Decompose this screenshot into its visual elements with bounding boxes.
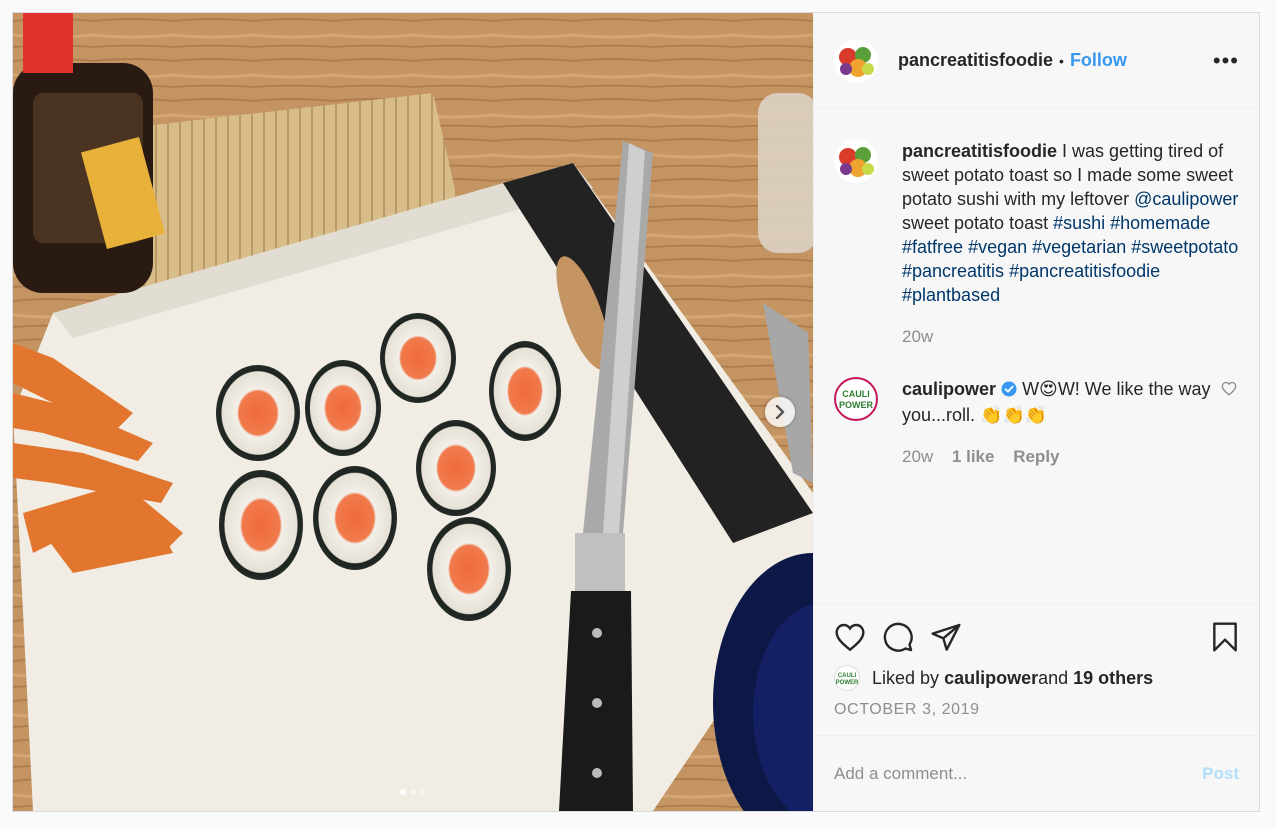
comment-likes-count[interactable]: 1 like <box>952 447 995 466</box>
caption-mention-link[interactable]: @caulipower <box>1134 189 1238 209</box>
likes-prefix: Liked by <box>872 667 940 688</box>
logo-text-bottom: POWER <box>839 400 873 410</box>
logo-text-top: CAULI <box>842 389 870 399</box>
add-comment-input[interactable] <box>834 763 1203 784</box>
bookmark-icon[interactable] <box>1211 621 1239 653</box>
hashtag-link[interactable]: #sushi <box>1053 213 1105 233</box>
caulipower-logo: CAULI POWER <box>839 389 873 410</box>
author-avatar[interactable] <box>834 38 878 83</box>
liker-avatar-text-top: CAULI <box>838 673 857 679</box>
action-icons-row <box>834 619 1239 655</box>
caption-comment: pancreatitisfoodie I was getting tired o… <box>834 139 1239 349</box>
liker-avatar-text-bottom: POWER <box>836 680 859 686</box>
caption-meta: 20w <box>902 325 1239 349</box>
comment-body: caulipower W😍W! We like the way you...ro… <box>902 377 1239 469</box>
header-separator: • <box>1059 52 1064 69</box>
carousel-dot <box>400 789 406 795</box>
post-photo[interactable] <box>13 13 813 811</box>
comments-section: pancreatitisfoodie I was getting tired o… <box>814 109 1259 604</box>
comment-timestamp[interactable]: 20w <box>902 447 933 466</box>
follow-button[interactable]: Follow <box>1070 50 1127 71</box>
hashtag-link[interactable]: #fatfree <box>902 237 963 257</box>
hashtag-link[interactable]: #sweetpotato <box>1131 237 1238 257</box>
caption-username[interactable]: pancreatitisfoodie <box>902 141 1057 161</box>
heart-outline-icon[interactable] <box>1221 381 1237 401</box>
hashtag-link[interactable]: #vegan <box>968 237 1027 257</box>
add-comment-bar: Post <box>814 735 1259 811</box>
likes-others-link[interactable]: 19 others <box>1073 668 1153 689</box>
share-icon[interactable] <box>930 622 962 652</box>
carousel-dot <box>410 789 416 795</box>
caption-avatar-image <box>834 139 878 183</box>
sushi-photo-illustration <box>13 13 813 811</box>
likes-user-link[interactable]: caulipower <box>944 668 1038 689</box>
caulipower-avatar[interactable]: CAULI POWER <box>834 377 878 421</box>
carousel-dot <box>420 789 426 795</box>
author-avatar-image <box>834 38 878 83</box>
hashtag-link[interactable]: #vegetarian <box>1032 237 1126 257</box>
caption-author-avatar[interactable] <box>834 139 878 183</box>
comment-icon[interactable] <box>882 621 914 653</box>
caption-timestamp[interactable]: 20w <box>902 327 933 346</box>
likes-middle: and <box>1038 667 1069 688</box>
post-date[interactable]: OCTOBER 3, 2019 <box>834 701 1239 719</box>
caption-body: pancreatitisfoodie I was getting tired o… <box>902 139 1239 349</box>
likes-summary: CAULI POWER Liked by caulipower and 19 ot… <box>834 665 1239 691</box>
post-side-panel: pancreatitisfoodie • Follow ••• pancreat… <box>813 13 1259 811</box>
comment-item: CAULI POWER caulipower W😍W! We like the … <box>834 377 1239 469</box>
next-slide-button[interactable] <box>765 397 795 427</box>
comment-username[interactable]: caulipower <box>902 379 996 399</box>
post-comment-button[interactable]: Post <box>1202 764 1239 784</box>
verified-badge-icon <box>1001 379 1017 403</box>
hashtag-link[interactable]: #pancreatitisfoodie <box>1009 261 1160 281</box>
reply-button[interactable]: Reply <box>1013 447 1059 466</box>
chevron-right-icon <box>775 405 785 419</box>
more-options-icon[interactable]: ••• <box>1213 49 1239 72</box>
heart-icon[interactable] <box>834 622 866 652</box>
hashtag-link[interactable]: #homemade <box>1110 213 1210 233</box>
liker-avatar[interactable]: CAULI POWER <box>834 665 860 691</box>
caption-text-after: sweet potato toast <box>902 213 1054 233</box>
comment-meta: 20w 1 like Reply <box>902 445 1239 469</box>
author-username[interactable]: pancreatitisfoodie <box>898 50 1053 71</box>
hashtag-link[interactable]: #plantbased <box>902 285 1000 305</box>
carousel-indicator <box>13 789 813 795</box>
post-header: pancreatitisfoodie • Follow ••• <box>814 13 1259 109</box>
hashtag-link[interactable]: #pancreatitis <box>902 261 1004 281</box>
post-actions-area: CAULI POWER Liked by caulipower and 19 ot… <box>814 604 1259 735</box>
instagram-post: pancreatitisfoodie • Follow ••• pancreat… <box>12 12 1260 812</box>
